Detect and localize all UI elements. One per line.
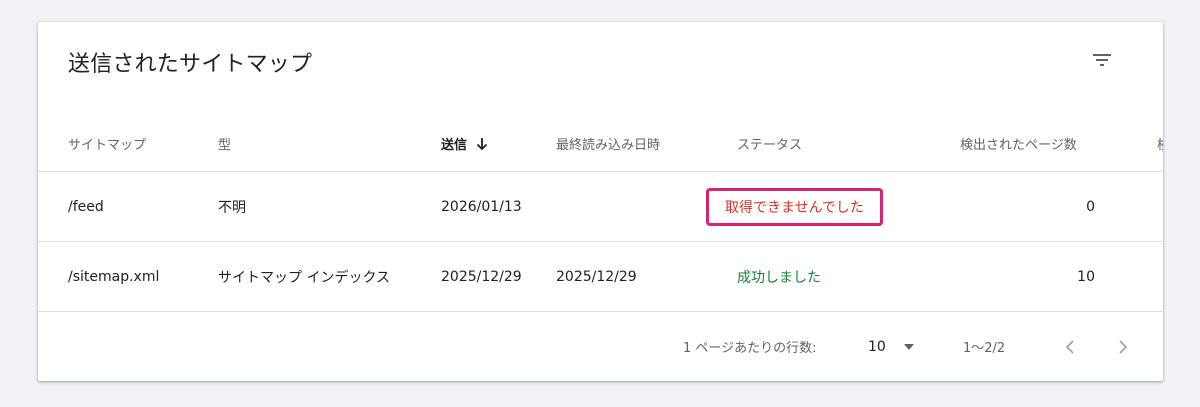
chevron-right-icon [1119,339,1128,354]
column-header-type[interactable]: 型 [218,116,231,171]
cell-type: サイトマップ インデックス [218,269,391,286]
arrow-down-icon [475,137,489,151]
column-header-sent-label: 送信 [441,138,468,153]
status-success-label: 成功しました [737,269,821,286]
status-error-label: 取得できませんでした [706,187,883,226]
column-header-found-pages[interactable]: 検出されたページ数 [960,116,1095,171]
cell-found-pages: 10 [1077,268,1095,285]
cell-sent: 2025/12/29 [441,268,522,285]
sitemaps-table: サイトマップ 型 送信 最終読み込み日時 ステータス 検出されたページ数 検 /… [38,116,1163,312]
cell-sitemap: /sitemap.xml [68,268,160,285]
previous-page-button[interactable] [1058,335,1082,359]
table-row[interactable]: /feed 不明 2026/01/13 取得できませんでした 0 [38,172,1163,242]
table-pagination: 1 ページあたりの行数: 10 1〜2/2 [38,312,1163,381]
rows-per-page-value: 10 [868,338,886,355]
cell-sitemap: /feed [68,198,104,215]
cell-status: 成功しました [737,242,821,311]
rows-per-page-label: 1 ページあたりの行数: [683,341,817,356]
chevron-left-icon [1065,339,1074,354]
rows-per-page-select[interactable]: 10 [868,339,914,355]
table-header-row: サイトマップ 型 送信 最終読み込み日時 ステータス 検出されたページ数 検 [38,116,1163,172]
filter-icon [1093,54,1111,66]
column-header-partial[interactable]: 検 [1157,116,1163,171]
dropdown-caret-icon [903,343,914,350]
table-row[interactable]: /sitemap.xml サイトマップ インデックス 2025/12/29 20… [38,242,1163,312]
cell-type: 不明 [218,199,246,216]
card-title: 送信されたサイトマップ [68,52,313,77]
column-header-last-read[interactable]: 最終読み込み日時 [556,116,660,171]
column-header-sent[interactable]: 送信 [441,116,489,171]
column-header-sitemap[interactable]: サイトマップ [68,116,146,171]
cell-status: 取得できませんでした [706,172,883,241]
next-page-button[interactable] [1111,335,1135,359]
cell-found-pages: 0 [1086,198,1095,215]
filter-button[interactable] [1090,48,1114,72]
cell-sent: 2026/01/13 [441,198,522,215]
column-header-status[interactable]: ステータス [737,116,802,171]
cell-last-read: 2025/12/29 [556,268,637,285]
pagination-range: 1〜2/2 [963,341,1006,356]
sitemaps-card: 送信されたサイトマップ サイトマップ 型 送信 最終読み込み日時 ステータス 検… [38,22,1163,381]
